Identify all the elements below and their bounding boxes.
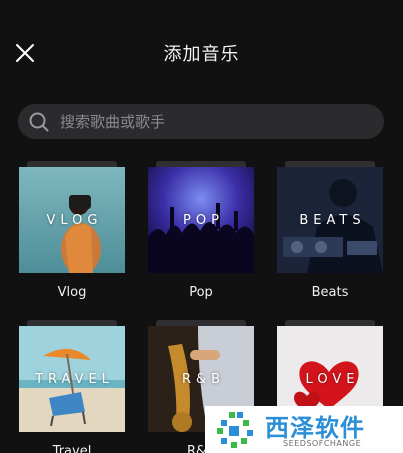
category-overlay-text: POP <box>183 212 224 228</box>
category-label: Vlog <box>57 285 87 300</box>
category-label: Pop <box>189 285 213 300</box>
watermark-logo-icon <box>217 412 253 448</box>
watermark: 西泽软件 SEEDSOFCHANGE <box>205 406 403 453</box>
category-overlay-text: VLOG <box>46 212 103 228</box>
search-input[interactable] <box>60 104 370 139</box>
watermark-subtext: SEEDSOFCHANGE <box>283 439 362 448</box>
page-title: 添加音乐 <box>163 44 240 65</box>
category-overlay-text: TRAVEL <box>35 371 114 387</box>
header: 添加音乐 <box>0 0 403 100</box>
watermark-text: 西泽软件 <box>265 414 365 442</box>
category-label: Travel <box>52 444 92 453</box>
category-overlay-text: BEATS <box>299 212 366 228</box>
search-bar[interactable] <box>18 104 384 139</box>
search-icon <box>29 112 49 132</box>
category-label: Beats <box>311 285 349 300</box>
